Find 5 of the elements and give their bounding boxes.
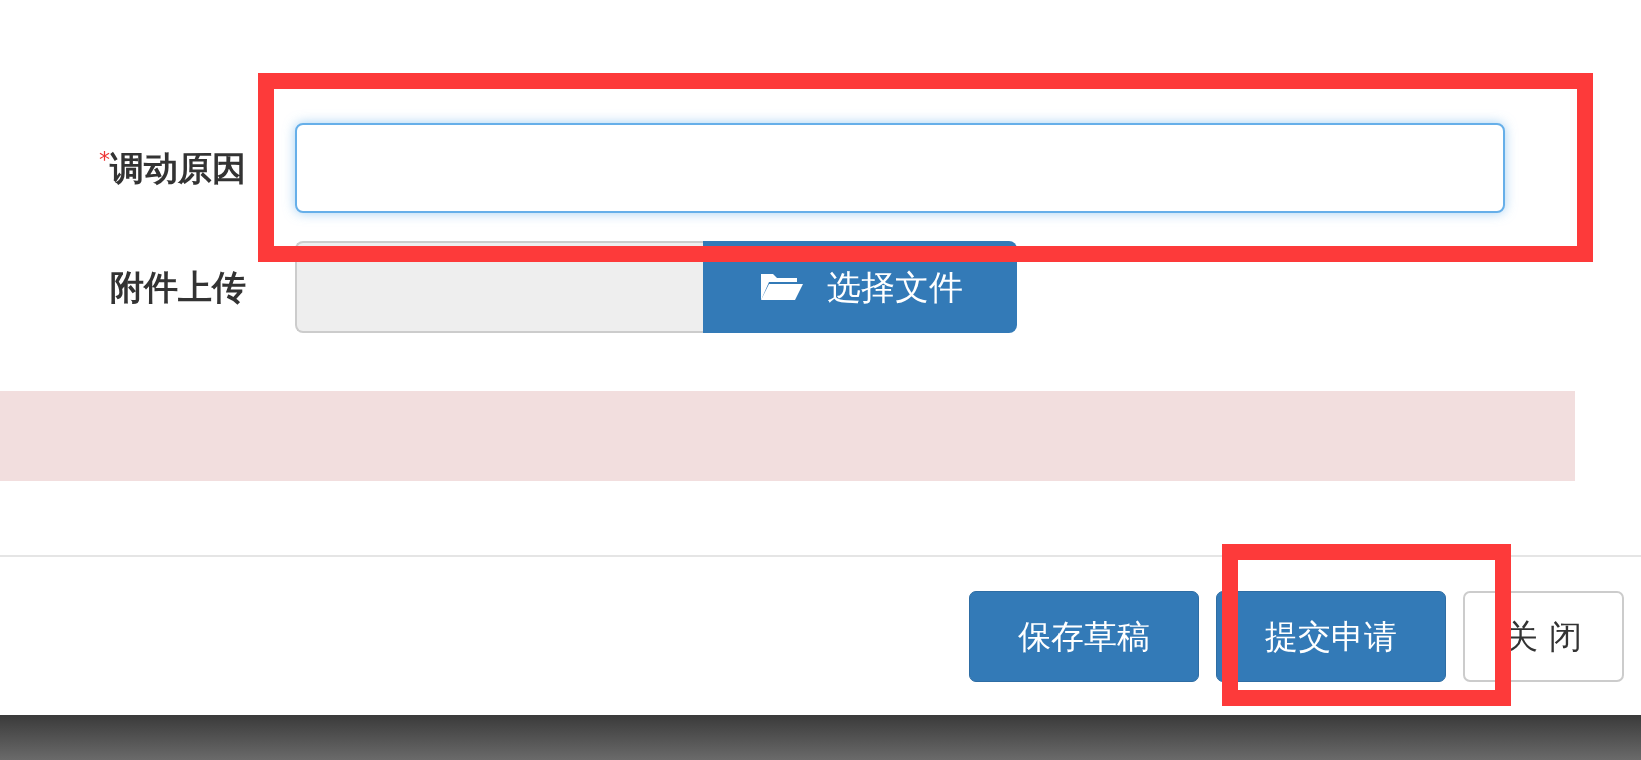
field-label: 附件上传	[109, 265, 247, 309]
text-input-field[interactable]	[295, 123, 1505, 213]
footer-button[interactable]: 提交申请	[1216, 591, 1446, 682]
field-label: *调动原因	[98, 145, 247, 190]
footer-button[interactable]: 保存草稿	[969, 591, 1199, 682]
